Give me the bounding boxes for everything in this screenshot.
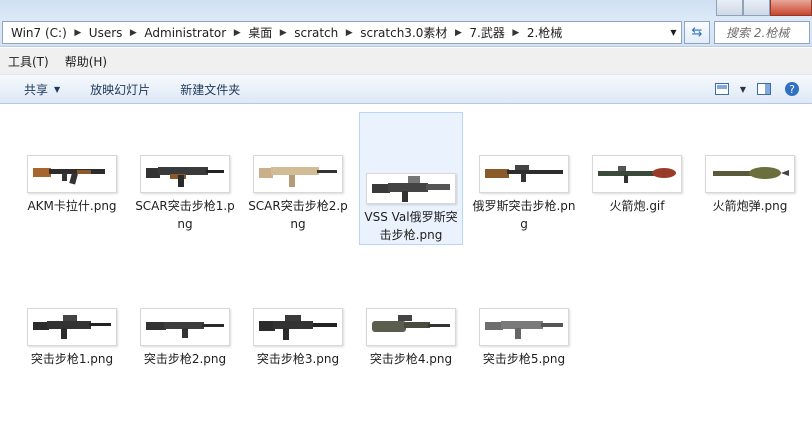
menu-tools[interactable]: 工具(T) — [8, 53, 49, 70]
crumb-drive[interactable]: Win7 (C:) — [9, 22, 69, 43]
file-name: SCAR突击步枪1.png — [135, 199, 235, 231]
address-dropdown-icon[interactable]: ▼ — [666, 21, 682, 44]
change-view-icon[interactable] — [712, 79, 732, 99]
ak-rifle-thumb — [27, 155, 117, 193]
chevron-right-icon[interactable]: ▶ — [231, 28, 243, 38]
chevron-right-icon[interactable]: ▶ — [72, 28, 84, 38]
file-name: 突击步枪2.png — [143, 352, 227, 366]
file-tile[interactable]: SCAR突击步枪1.png — [133, 155, 237, 233]
view-dropdown-icon[interactable]: ▼ — [740, 85, 746, 94]
file-name: AKM卡拉什.png — [27, 199, 117, 213]
crumb-users[interactable]: Users — [87, 22, 125, 43]
file-tile[interactable]: AKM卡拉什.png — [20, 155, 124, 215]
new-folder-button[interactable]: 新建文件夹 — [180, 81, 240, 98]
file-tile[interactable]: 火箭炮弹.png — [698, 155, 802, 215]
search-input[interactable]: 搜索 2.枪械 — [714, 21, 810, 44]
crumb-desktop[interactable]: 桌面 — [246, 22, 274, 43]
crumb-weapons[interactable]: 7.武器 — [467, 22, 506, 43]
file-tile[interactable]: 突击步枪3.png — [246, 308, 350, 368]
maximize-button[interactable] — [743, 0, 770, 16]
file-name: 突击步枪4.png — [369, 352, 453, 366]
chevron-down-icon: ▼ — [54, 84, 61, 94]
file-name: 火箭炮.gif — [609, 199, 665, 213]
window-controls — [716, 0, 812, 16]
address-bar[interactable]: Win7 (C:) ▶ Users ▶ Administrator ▶ 桌面 ▶… — [2, 21, 668, 44]
rifle4-thumb — [366, 308, 456, 346]
chevron-right-icon[interactable]: ▶ — [510, 28, 522, 38]
file-name: 突击步枪3.png — [256, 352, 340, 366]
rpg-launcher-thumb — [592, 155, 682, 193]
file-list: AKM卡拉什.png SCAR突击步枪1.png SCAR突击步枪2.png V… — [0, 105, 812, 427]
menu-help[interactable]: 帮助(H) — [65, 53, 107, 70]
title-bar — [0, 0, 812, 18]
rifle1-thumb — [27, 308, 117, 346]
file-name: SCAR突击步枪2.png — [248, 199, 348, 231]
view-tools: ▼ ? — [712, 79, 802, 99]
menu-bar: 工具(T) 帮助(H) — [0, 48, 812, 75]
preview-pane-icon[interactable] — [754, 79, 774, 99]
chevron-right-icon[interactable]: ▶ — [452, 28, 464, 38]
chevron-right-icon[interactable]: ▶ — [277, 28, 289, 38]
file-name: 突击步枪1.png — [30, 352, 114, 366]
file-tile[interactable]: SCAR突击步枪2.png — [246, 155, 350, 233]
chevron-right-icon[interactable]: ▶ — [343, 28, 355, 38]
share-label: 共享 — [24, 82, 49, 97]
russian-rifle-thumb — [479, 155, 569, 193]
file-name: 火箭炮弹.png — [712, 199, 788, 213]
share-button[interactable]: 共享 ▼ — [24, 81, 60, 98]
svg-text:?: ? — [789, 83, 795, 96]
close-button[interactable] — [770, 0, 812, 16]
crumb-firearms[interactable]: 2.枪械 — [525, 22, 564, 43]
rpg-rocket-thumb — [705, 155, 795, 193]
file-name: 俄罗斯突击步枪.png — [472, 199, 576, 231]
chevron-right-icon[interactable]: ▶ — [127, 28, 139, 38]
file-tile[interactable]: 突击步枪1.png — [20, 308, 124, 368]
file-tile[interactable]: 俄罗斯突击步枪.png — [472, 155, 576, 233]
slideshow-button[interactable]: 放映幻灯片 — [90, 81, 150, 98]
vss-rifle-thumb — [366, 173, 456, 204]
file-name: VSS Val俄罗斯突击步枪.png — [364, 210, 458, 242]
command-bar: 共享 ▼ 放映幻灯片 新建文件夹 ▼ ? — [0, 75, 812, 104]
scar-black-thumb — [140, 155, 230, 193]
file-tile[interactable]: 突击步枪2.png — [133, 308, 237, 368]
file-tile[interactable]: 突击步枪5.png — [472, 308, 576, 368]
scar-tan-thumb — [253, 155, 343, 193]
crumb-scratch-assets[interactable]: scratch3.0素材 — [358, 22, 449, 43]
minimize-button[interactable] — [716, 0, 743, 16]
file-tile[interactable]: 火箭炮.gif — [585, 155, 689, 215]
rifle2-thumb — [140, 308, 230, 346]
refresh-icon[interactable]: ⇆ — [684, 21, 710, 44]
rifle5-thumb — [479, 308, 569, 346]
rifle3-thumb — [253, 308, 343, 346]
crumb-scratch[interactable]: scratch — [292, 22, 340, 43]
help-icon[interactable]: ? — [782, 79, 802, 99]
file-tile[interactable]: 突击步枪4.png — [359, 308, 463, 368]
file-name: 突击步枪5.png — [482, 352, 566, 366]
address-row: Win7 (C:) ▶ Users ▶ Administrator ▶ 桌面 ▶… — [0, 18, 812, 47]
crumb-administrator[interactable]: Administrator — [142, 22, 228, 43]
file-tile-selected[interactable]: VSS Val俄罗斯突击步枪.png — [359, 112, 463, 245]
